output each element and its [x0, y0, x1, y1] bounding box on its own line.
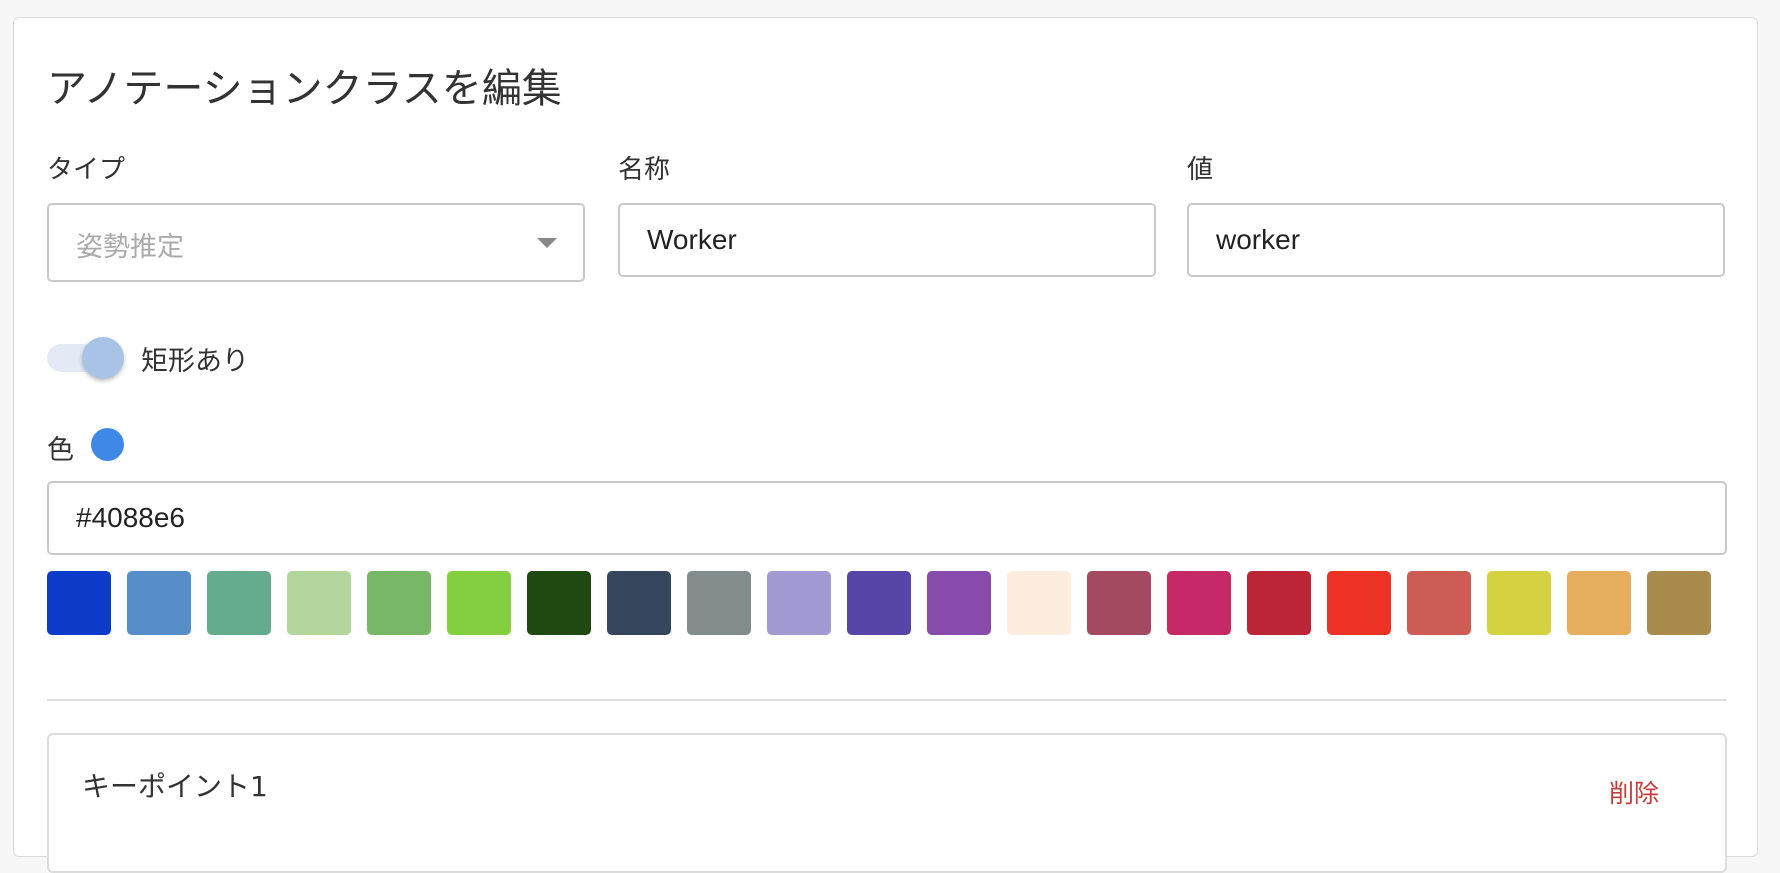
page-title: アノテーションクラスを編集	[47, 66, 562, 112]
color-swatch[interactable]	[687, 571, 751, 635]
color-swatch[interactable]	[447, 571, 511, 635]
color-swatch[interactable]	[1247, 571, 1311, 635]
bbox-toggle[interactable]	[47, 335, 124, 381]
color-label: 色	[47, 435, 74, 466]
color-swatch[interactable]	[1647, 571, 1711, 635]
keypoint-title: キーポイント1	[82, 770, 268, 803]
edit-annotation-class-panel: アノテーションクラスを編集 タイプ 名称 値 姿勢推定 矩形あり 色 キーポイン…	[13, 17, 1758, 873]
bbox-toggle-label: 矩形あり	[141, 346, 249, 377]
color-swatch[interactable]	[1487, 571, 1551, 635]
color-swatch[interactable]	[1327, 571, 1391, 635]
color-swatch[interactable]	[767, 571, 831, 635]
color-swatch[interactable]	[1007, 571, 1071, 635]
divider	[47, 699, 1727, 701]
color-preview-dot	[91, 428, 124, 461]
toggle-knob	[82, 337, 124, 379]
color-swatch[interactable]	[127, 571, 191, 635]
value-input[interactable]	[1187, 203, 1725, 277]
color-swatch[interactable]	[287, 571, 351, 635]
color-swatch[interactable]	[1407, 571, 1471, 635]
value-label: 値	[1187, 155, 1214, 185]
type-select-value: 姿勢推定	[76, 232, 184, 263]
color-swatch[interactable]	[847, 571, 911, 635]
name-label: 名称	[618, 155, 671, 185]
color-swatch[interactable]	[47, 571, 111, 635]
color-swatch[interactable]	[1167, 571, 1231, 635]
color-swatch[interactable]	[927, 571, 991, 635]
color-swatch[interactable]	[207, 571, 271, 635]
color-swatch[interactable]	[607, 571, 671, 635]
color-swatch[interactable]	[367, 571, 431, 635]
color-swatch[interactable]	[1567, 571, 1631, 635]
name-input[interactable]	[618, 203, 1156, 277]
delete-keypoint-button[interactable]: 削除	[1609, 774, 1659, 810]
color-swatch[interactable]	[1087, 571, 1151, 635]
color-swatch[interactable]	[527, 571, 591, 635]
chevron-down-icon	[537, 238, 557, 248]
type-label: タイプ	[47, 155, 126, 185]
color-hex-input[interactable]	[47, 481, 1727, 555]
type-select[interactable]: 姿勢推定	[47, 203, 585, 282]
keypoint-card: キーポイント1 削除	[47, 733, 1727, 873]
